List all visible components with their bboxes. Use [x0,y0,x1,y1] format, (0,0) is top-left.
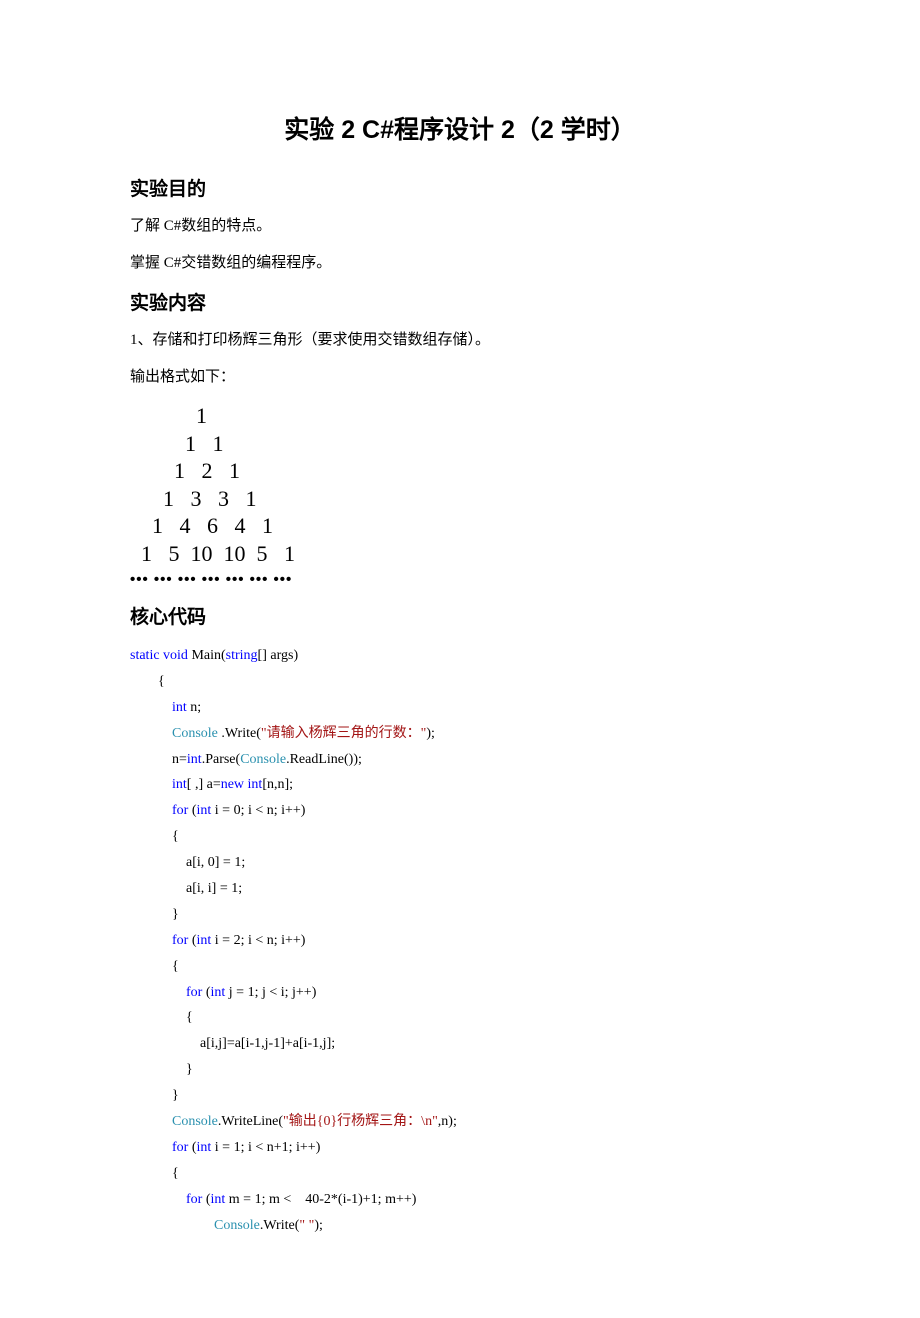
triangle-row: 1 4 6 4 1 [130,512,790,540]
purpose-heading: 实验目的 [130,174,790,201]
code-block: static void Main(string[] args) { int n;… [130,643,790,1238]
page-title: 实验 2 C#程序设计 2（2 学时） [130,110,790,146]
code-line: { [130,1005,790,1031]
triangle-row: 1 5 10 10 5 1 [130,540,790,568]
purpose-para-2: 掌握 C#交错数组的编程程序。 [130,252,790,275]
code-line: int n; [130,695,790,721]
code-line: } [130,1057,790,1083]
code-line: a[i,j]=a[i-1,j-1]+a[i-1,j]; [130,1031,790,1057]
triangle-row: 1 3 3 1 [130,485,790,513]
triangle-row: 1 1 [130,430,790,458]
code-line: for (int i = 2; i < n; i++) [130,928,790,954]
code-line: Console.WriteLine("输出{0}行杨辉三角：\n",n); [130,1109,790,1135]
code-line: { [130,954,790,980]
content-para-2: 输出格式如下： [130,366,790,389]
code-line: { [130,824,790,850]
content-para-1: 1、存储和打印杨辉三角形（要求使用交错数组存储）。 [130,329,790,352]
triangle-row: 1 [130,402,790,430]
code-line: static void Main(string[] args) [130,643,790,669]
code-line: int[ ,] a=new int[n,n]; [130,772,790,798]
code-line: { [130,669,790,695]
content-heading: 实验内容 [130,288,790,315]
code-line: for (int i = 1; i < n+1; i++) [130,1135,790,1161]
purpose-para-1: 了解 C#数组的特点。 [130,215,790,238]
triangle-ellipsis: ••• ••• ••• ••• ••• ••• ••• [130,571,790,588]
code-heading: 核心代码 [130,602,790,629]
triangle-row: 1 2 1 [130,457,790,485]
pascal-triangle: 1 1 1 1 2 1 1 3 3 1 1 4 6 4 1 1 5 10 10 … [130,402,790,567]
code-line: { [130,1161,790,1187]
code-line: Console.Write(" "); [130,1213,790,1239]
code-line: } [130,1083,790,1109]
code-line: n=int.Parse(Console.ReadLine()); [130,747,790,773]
code-line: for (int i = 0; i < n; i++) [130,798,790,824]
code-line: for (int m = 1; m < 40-2*(i-1)+1; m++) [130,1187,790,1213]
code-line: a[i, i] = 1; [130,876,790,902]
code-line: a[i, 0] = 1; [130,850,790,876]
code-line: Console .Write("请输入杨辉三角的行数："); [130,721,790,747]
code-line: } [130,902,790,928]
code-line: for (int j = 1; j < i; j++) [130,980,790,1006]
